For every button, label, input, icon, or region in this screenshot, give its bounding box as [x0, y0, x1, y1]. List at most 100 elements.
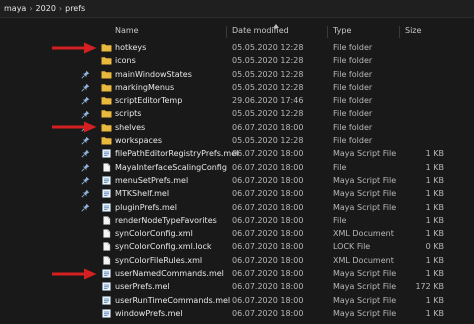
file-name: MTKShelf.mel [115, 189, 170, 199]
file-row[interactable]: userNamedCommands.mel 06.07.2020 18:00 May… [96, 267, 474, 280]
date-modified: 06.07.2020 18:00 [232, 295, 304, 305]
column-header-date[interactable]: Date modified [232, 26, 289, 36]
file-type: Maya Script File [333, 149, 397, 159]
file-type: Maya Script File [333, 189, 397, 199]
file-size: 1 KB [425, 175, 444, 185]
file-type: File folder [333, 136, 373, 146]
date-modified: 06.07.2020 18:00 [232, 308, 304, 318]
pin-icon[interactable] [81, 110, 90, 119]
file-name: renderNodeTypeFavorites [115, 215, 217, 225]
file-type: File folder [333, 96, 373, 106]
date-modified: 06.07.2020 18:00 [232, 202, 304, 212]
date-modified: 06.07.2020 18:00 [232, 189, 304, 199]
file-name: hotkeys [115, 43, 147, 52]
breadcrumb-prefs[interactable]: prefs [65, 4, 85, 13]
column-header-name[interactable]: Name [115, 26, 139, 36]
folder-icon [101, 56, 112, 65]
column-divider[interactable] [327, 26, 328, 38]
pin-icon[interactable] [81, 70, 90, 79]
date-modified: 05.05.2020 12:28 [232, 69, 304, 79]
date-modified: 06.07.2020 18:00 [232, 269, 304, 279]
column-divider[interactable] [226, 26, 227, 38]
mel-script-icon [101, 149, 112, 159]
file-size: 1 KB [425, 189, 444, 199]
date-modified: 05.05.2020 12:28 [232, 136, 304, 146]
file-type: File folder [333, 43, 373, 52]
red-arrow-icon [52, 42, 97, 54]
mel-script-icon [101, 269, 112, 278]
file-row[interactable]: synColorConfig.xml 06.07.2020 18:00 XML Do… [96, 227, 474, 240]
file-row[interactable]: mainWindowStates 05.05.2020 12:28 File fol… [96, 68, 474, 81]
red-arrow-icon [52, 121, 97, 133]
file-row[interactable]: synColorFileRules.xml 06.07.2020 18:00 XML… [96, 254, 474, 267]
pin-icon[interactable] [81, 96, 90, 105]
date-modified: 05.05.2020 12:28 [232, 82, 304, 92]
folder-icon [101, 70, 112, 79]
file-type: XML Document [333, 255, 394, 265]
file-row[interactable]: icons 05.05.2020 12:28 File folder [96, 54, 474, 67]
file-icon [101, 216, 112, 225]
pin-icon[interactable] [81, 149, 90, 158]
file-size: 0 KB [425, 242, 444, 252]
column-header: Name Date modified Type Size [96, 24, 474, 40]
file-row[interactable]: synColorConfig.xml.lock 06.07.2020 18:00 L… [96, 240, 474, 253]
date-modified: 05.05.2020 12:28 [232, 43, 304, 52]
file-type: File folder [333, 109, 373, 119]
folder-icon [101, 43, 112, 52]
file-row[interactable]: windowPrefs.mel 06.07.2020 18:00 Maya Scri… [96, 307, 474, 320]
date-modified: 06.07.2020 18:00 [232, 229, 304, 239]
folder-icon [101, 123, 112, 132]
pin-icon[interactable] [81, 189, 90, 198]
file-row[interactable]: markingMenus 05.05.2020 12:28 File folder [96, 81, 474, 94]
breadcrumb-separator-icon: › [29, 4, 33, 13]
file-row[interactable]: MayaInterfaceScalingConfig 06.07.2020 18:… [96, 161, 474, 174]
file-row[interactable]: menuSetPrefs.mel 06.07.2020 18:00 Maya Scr… [96, 174, 474, 187]
file-size: 1 KB [425, 215, 444, 225]
date-modified: 06.07.2020 18:00 [232, 162, 304, 172]
file-row[interactable]: pluginPrefs.mel 06.07.2020 18:00 Maya Scri… [96, 201, 474, 214]
column-header-size[interactable]: Size [405, 26, 421, 36]
mel-script-icon [101, 295, 112, 305]
breadcrumb-2020[interactable]: 2020 [36, 4, 56, 13]
breadcrumb-maya[interactable]: maya [4, 4, 26, 13]
file-row[interactable]: filePathEditorRegistryPrefs.mel 06.07.202… [96, 147, 474, 160]
file-row[interactable]: workspaces 05.05.2020 12:28 File folder [96, 134, 474, 147]
mel-script-icon [101, 309, 112, 318]
address-bar[interactable]: maya › 2020 › prefs [0, 0, 474, 18]
date-modified: 06.07.2020 18:00 [232, 149, 304, 159]
file-name: menuSetPrefs.mel [115, 175, 189, 185]
file-row[interactable]: scripts 05.05.2020 12:28 File folder [96, 107, 474, 120]
file-type: Maya Script File [333, 282, 397, 292]
file-row[interactable]: shelves 06.07.2020 18:00 File folder [96, 121, 474, 134]
file-name: icons [115, 56, 136, 66]
mel-script-icon [101, 202, 112, 212]
column-divider[interactable] [399, 26, 400, 38]
date-modified: 06.07.2020 18:00 [232, 175, 304, 185]
mel-script-icon [101, 189, 112, 199]
file-type: LOCK File [333, 242, 371, 252]
pin-icon[interactable] [81, 203, 90, 212]
file-name: scriptEditorTemp [115, 96, 183, 106]
date-modified: 06.07.2020 18:00 [232, 282, 304, 292]
file-name: userRunTimeCommands.mel [115, 295, 231, 305]
file-size: 172 KB [415, 282, 444, 292]
file-type: File [333, 215, 347, 225]
pin-icon[interactable] [81, 136, 90, 145]
file-row[interactable]: hotkeys 05.05.2020 12:28 File folder [96, 41, 474, 54]
file-size: 1 KB [425, 162, 444, 172]
file-name: shelves [115, 122, 146, 132]
file-size: 1 KB [425, 308, 444, 318]
file-type: Maya Script File [333, 295, 397, 305]
file-type: File folder [333, 82, 373, 92]
pin-icon[interactable] [81, 176, 90, 185]
file-row[interactable]: userPrefs.mel 06.07.2020 18:00 Maya Script… [96, 280, 474, 293]
file-row[interactable]: scriptEditorTemp 29.06.2020 17:46 File fol… [96, 94, 474, 107]
file-row[interactable]: userRunTimeCommands.mel 06.07.2020 18:00 M… [96, 294, 474, 307]
pin-icon[interactable] [81, 163, 90, 172]
file-row[interactable]: MTKShelf.mel 06.07.2020 18:00 Maya Script … [96, 187, 474, 200]
file-row[interactable]: renderNodeTypeFavorites 06.07.2020 18:00 F… [96, 214, 474, 227]
column-header-type[interactable]: Type [333, 26, 351, 36]
pin-icon[interactable] [81, 83, 90, 92]
red-arrow-icon [52, 268, 97, 280]
file-size: 1 KB [425, 255, 444, 265]
